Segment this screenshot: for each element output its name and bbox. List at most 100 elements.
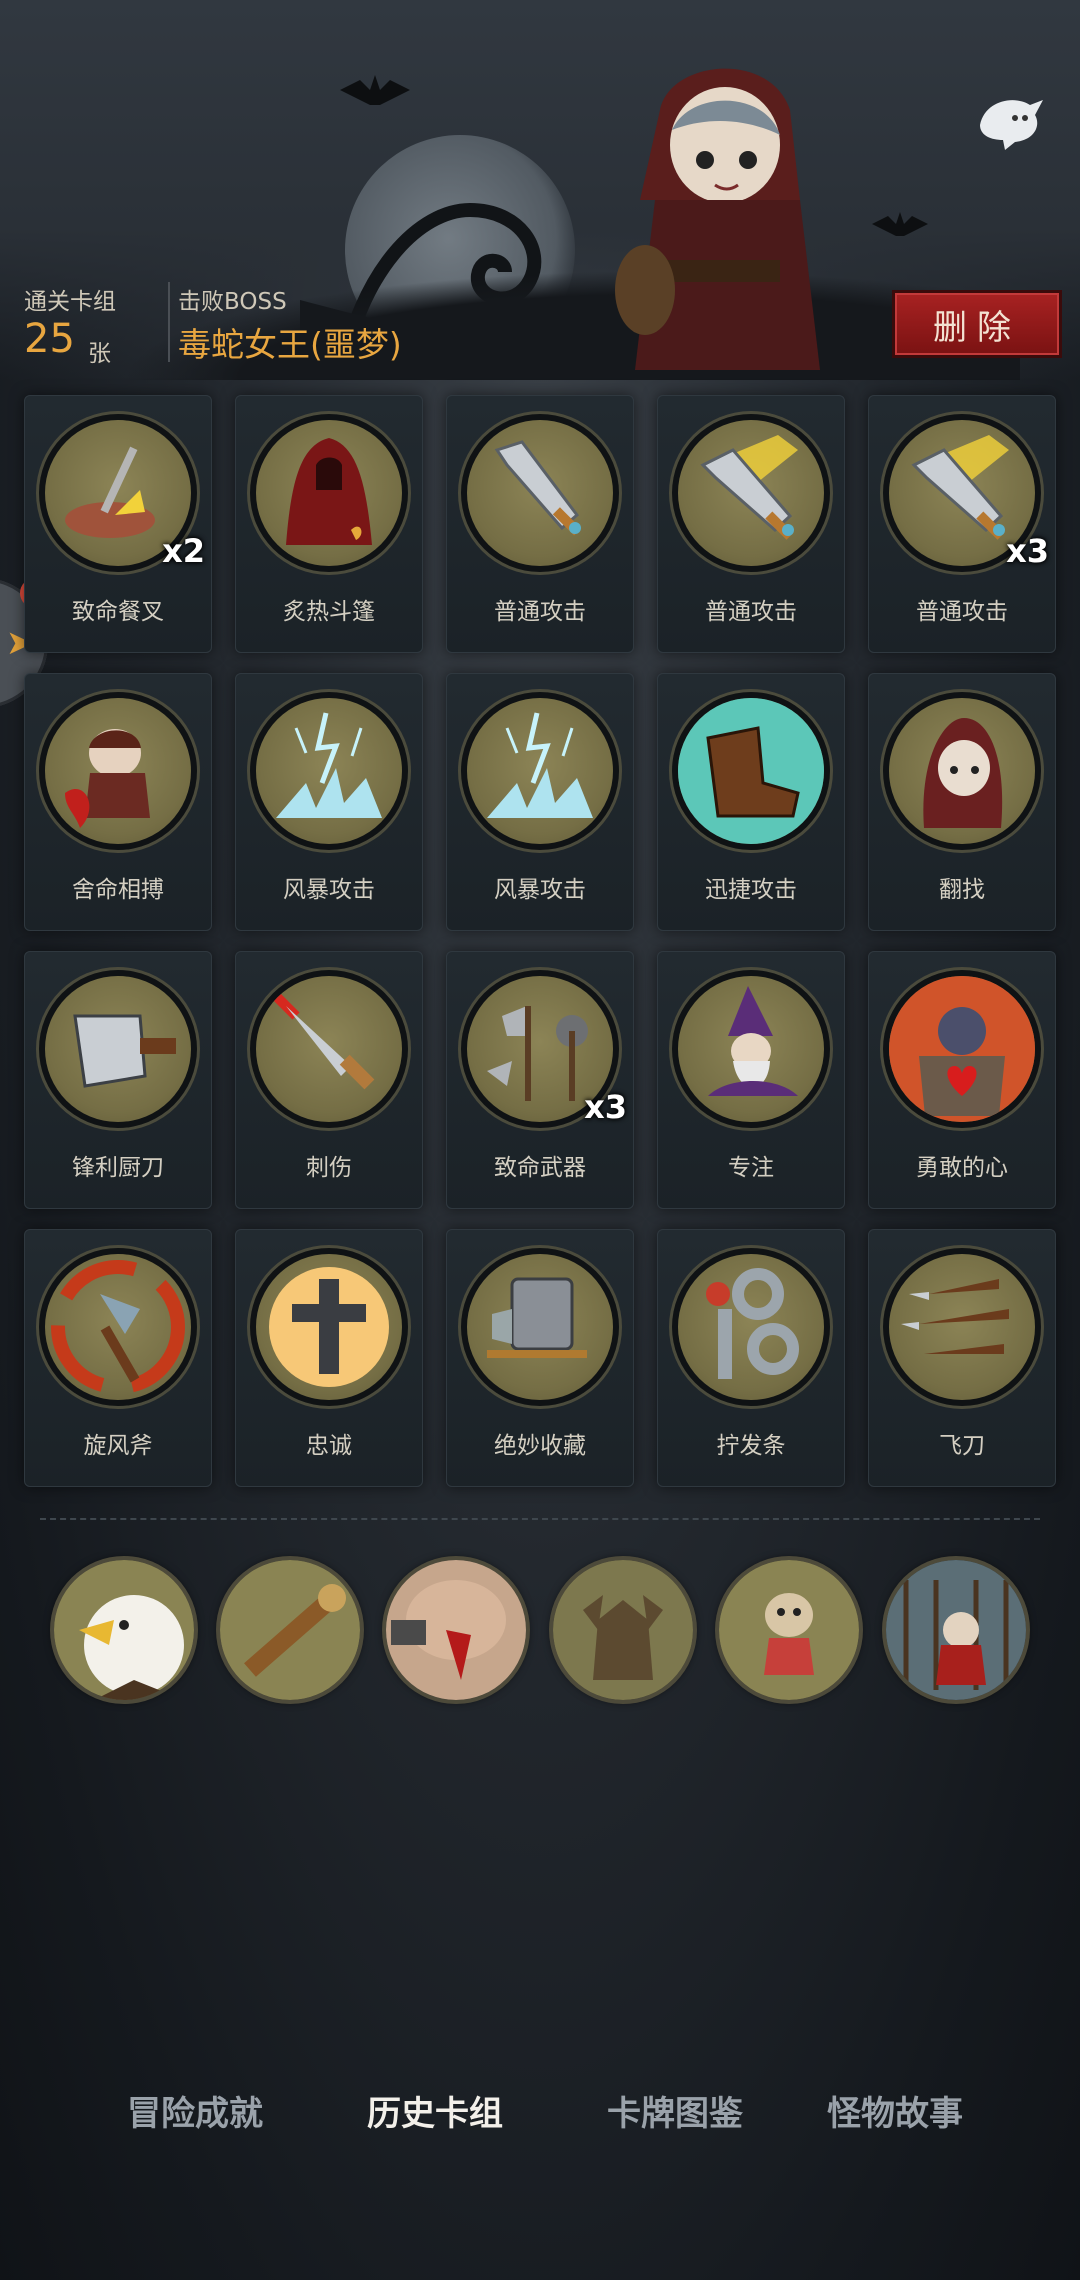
card-art-frame bbox=[461, 1248, 619, 1406]
desperate-girl-icon bbox=[45, 698, 191, 844]
wizard-icon bbox=[678, 976, 824, 1122]
collection-icon bbox=[467, 1254, 613, 1400]
deck-card[interactable]: 锋利厨刀 bbox=[24, 951, 212, 1209]
card-name: 飞刀 bbox=[939, 1433, 985, 1459]
card-count: 25 bbox=[24, 316, 75, 362]
boss-name: 毒蛇女王(噩梦) bbox=[178, 325, 402, 364]
card-name: 锋利厨刀 bbox=[72, 1155, 164, 1181]
deck-card[interactable]: 致命餐叉 x2 bbox=[24, 395, 212, 653]
card-art-frame bbox=[672, 970, 830, 1128]
deck-card[interactable]: 翻找 bbox=[868, 673, 1056, 931]
card-name: 迅捷攻击 bbox=[705, 877, 797, 903]
tab-card-compendium[interactable]: 卡牌图鉴 bbox=[590, 2070, 760, 2150]
card-name: 绝妙收藏 bbox=[494, 1433, 586, 1459]
deck-card[interactable]: 风暴攻击 bbox=[235, 673, 423, 931]
hooded-girl-icon bbox=[889, 698, 1035, 844]
stat-divider bbox=[168, 282, 170, 362]
red-cloak-icon bbox=[256, 420, 402, 566]
boss-label: 击败BOSS bbox=[178, 289, 287, 315]
card-art-frame bbox=[461, 692, 619, 850]
card-name: 风暴攻击 bbox=[283, 877, 375, 903]
card-art-frame bbox=[39, 692, 197, 850]
bat-icon bbox=[340, 75, 410, 105]
cleared-deck-label: 通关卡组 bbox=[24, 289, 116, 315]
card-art-frame bbox=[250, 692, 408, 850]
cleaver-icon bbox=[45, 976, 191, 1122]
bat-icon bbox=[872, 212, 928, 236]
card-name: 普通攻击 bbox=[916, 599, 1008, 625]
card-name: 炙热斗篷 bbox=[283, 599, 375, 625]
deck-card[interactable]: 拧发条 bbox=[657, 1229, 845, 1487]
card-art-frame bbox=[250, 970, 408, 1128]
card-name: 致命餐叉 bbox=[72, 599, 164, 625]
tab-monster-stories[interactable]: 怪物故事 bbox=[810, 2070, 980, 2150]
card-name: 舍命相搏 bbox=[72, 877, 164, 903]
card-name: 翻找 bbox=[939, 877, 985, 903]
throwing-knives-icon bbox=[889, 1254, 1035, 1400]
card-unit: 张 bbox=[88, 341, 111, 367]
deck-card[interactable]: 绝妙收藏 bbox=[446, 1229, 634, 1487]
card-name: 普通攻击 bbox=[494, 599, 586, 625]
card-art-frame bbox=[672, 1248, 830, 1406]
card-name: 勇敢的心 bbox=[916, 1155, 1008, 1181]
bloody-fist-icon[interactable] bbox=[386, 1560, 526, 1700]
card-art-frame bbox=[672, 414, 830, 572]
deck-card[interactable]: 飞刀 bbox=[868, 1229, 1056, 1487]
card-count-badge: x3 bbox=[1006, 532, 1049, 570]
tab-history-deck[interactable]: 历史卡组 bbox=[340, 2070, 530, 2150]
flaming-sword-icon bbox=[678, 420, 824, 566]
deck-card[interactable]: 专注 bbox=[657, 951, 845, 1209]
card-name: 普通攻击 bbox=[705, 599, 797, 625]
card-art-frame bbox=[39, 970, 197, 1128]
hero-portrait bbox=[615, 68, 820, 370]
section-divider bbox=[40, 1518, 1040, 1520]
card-art-frame bbox=[461, 414, 619, 572]
sword-icon bbox=[467, 420, 613, 566]
spyglass-icon[interactable] bbox=[220, 1560, 360, 1700]
swift-boot-icon bbox=[678, 698, 824, 844]
eagle-icon[interactable] bbox=[54, 1560, 194, 1700]
deck-card[interactable]: 普通攻击 x3 bbox=[868, 395, 1056, 653]
holy-cross-icon bbox=[256, 1254, 402, 1400]
card-art-frame bbox=[250, 414, 408, 572]
deck-card[interactable]: 旋风斧 bbox=[24, 1229, 212, 1487]
card-name: 致命武器 bbox=[494, 1155, 586, 1181]
ghost-icon bbox=[980, 100, 1043, 150]
deck-card[interactable]: 风暴攻击 bbox=[446, 673, 634, 931]
lightning-icon bbox=[256, 698, 402, 844]
card-art-frame bbox=[250, 1248, 408, 1406]
card-art-frame bbox=[883, 970, 1041, 1128]
card-name: 忠诚 bbox=[306, 1433, 352, 1459]
back-button[interactable] bbox=[970, 85, 1050, 155]
deck-card[interactable]: 勇敢的心 bbox=[868, 951, 1056, 1209]
deck-card[interactable]: 迅捷攻击 bbox=[657, 673, 845, 931]
lightning-icon bbox=[467, 698, 613, 844]
header-banner: 通关卡组 25 张 击败BOSS 毒蛇女王(噩梦) 删除 bbox=[0, 0, 1080, 380]
voodoo-doll-icon[interactable] bbox=[719, 1560, 859, 1700]
wind-up-key-icon bbox=[678, 1254, 824, 1400]
card-art-frame bbox=[39, 1248, 197, 1406]
deck-card[interactable]: 忠诚 bbox=[235, 1229, 423, 1487]
card-count-badge: x3 bbox=[584, 1088, 627, 1126]
caged-girl-icon[interactable] bbox=[886, 1560, 1026, 1700]
card-name: 专注 bbox=[728, 1155, 774, 1181]
dagger-icon bbox=[256, 976, 402, 1122]
card-art-frame bbox=[883, 692, 1041, 850]
deck-card[interactable]: 普通攻击 bbox=[657, 395, 845, 653]
card-name: 旋风斧 bbox=[83, 1433, 153, 1459]
deck-card[interactable]: 刺伤 bbox=[235, 951, 423, 1209]
deck-card[interactable]: 舍命相搏 bbox=[24, 673, 212, 931]
deck-card[interactable]: 炙热斗篷 bbox=[235, 395, 423, 653]
tab-adventure-achievements[interactable]: 冒险成就 bbox=[110, 2070, 280, 2150]
delete-button[interactable]: 删除 bbox=[892, 290, 1062, 358]
whirlwind-axe-icon bbox=[45, 1254, 191, 1400]
card-art-frame bbox=[883, 1248, 1041, 1406]
gargoyle-statue-icon[interactable] bbox=[553, 1560, 693, 1700]
card-name: 刺伤 bbox=[306, 1155, 352, 1181]
card-name: 拧发条 bbox=[716, 1433, 786, 1459]
card-count-badge: x2 bbox=[162, 532, 205, 570]
deck-card[interactable]: 普通攻击 bbox=[446, 395, 634, 653]
deck-card[interactable]: 致命武器 x3 bbox=[446, 951, 634, 1209]
bottom-nav: 冒险成就 历史卡组 卡牌图鉴 怪物故事 bbox=[0, 2070, 1080, 2150]
card-name: 风暴攻击 bbox=[494, 877, 586, 903]
